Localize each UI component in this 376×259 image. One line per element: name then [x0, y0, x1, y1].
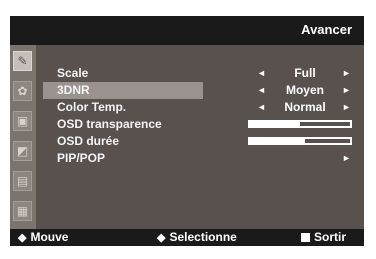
arrow-left-icon[interactable]: ◄ — [257, 99, 266, 116]
footer-move-label: Mouve — [30, 230, 69, 244]
menu-item-value: Full — [294, 66, 316, 80]
transparency-slider[interactable] — [248, 120, 352, 128]
arrow-right-icon[interactable]: ► — [342, 82, 351, 99]
footer-select: ◆ Selectionne — [157, 229, 237, 247]
arrow-right-icon[interactable]: ► — [342, 150, 351, 167]
updown-arrow-icon: ◆ — [18, 232, 27, 244]
arrow-right-icon[interactable]: ► — [342, 99, 351, 116]
menu-item-scale[interactable]: Scale ◄ Full ► — [44, 65, 356, 82]
palette-icon[interactable]: ✿ — [13, 81, 32, 101]
picture-icon[interactable]: ▣ — [13, 111, 32, 131]
arrow-left-icon[interactable]: ◄ — [257, 82, 266, 99]
leftright-arrow-icon: ◆ — [157, 232, 166, 244]
menu-item-osd-duree[interactable]: OSD durée — [44, 133, 356, 150]
exit-square-icon — [301, 233, 310, 242]
advanced-icon[interactable]: ▦ — [13, 201, 32, 221]
arrow-right-icon[interactable]: ► — [342, 65, 351, 82]
menu-item-label: PIP/POP — [57, 151, 106, 165]
paintbrush-icon[interactable]: ✎ — [13, 51, 32, 71]
menu-item-osd-transparence[interactable]: OSD transparence — [44, 116, 356, 133]
arrow-left-icon[interactable]: ◄ — [257, 65, 266, 82]
menu-item-3dnr[interactable]: 3DNR ◄ Moyen ► — [43, 82, 356, 99]
footer-bar: ◆ Mouve ◆ Selectionne Sortir — [10, 229, 364, 246]
osd-menu: Avancer ✎ ✿ ▣ ◩ ▤ ▦ Scale ◄ Full ► 3DNR … — [10, 16, 364, 246]
footer-exit[interactable]: Sortir — [301, 229, 346, 246]
menu-item-label: Color Temp. — [57, 100, 127, 114]
menu-title: Avancer — [301, 22, 352, 37]
header-bar: Avancer — [10, 16, 364, 45]
category-sidebar: ✎ ✿ ▣ ◩ ▤ ▦ — [10, 45, 36, 229]
footer-move: ◆ Mouve — [18, 229, 68, 247]
document-icon[interactable]: ▤ — [13, 171, 32, 191]
footer-select-label: Selectionne — [169, 230, 237, 244]
duration-slider[interactable] — [248, 137, 352, 145]
menu-item-label: 3DNR — [57, 83, 90, 97]
menu-item-label: Scale — [57, 66, 89, 80]
slider-fill — [249, 138, 306, 144]
menu-item-label: OSD durée — [57, 134, 120, 148]
image-adjust-icon[interactable]: ◩ — [13, 141, 32, 161]
menu-item-value: Normal — [284, 100, 326, 114]
slider-fill — [249, 121, 300, 127]
menu-item-color-temp[interactable]: Color Temp. ◄ Normal ► — [44, 99, 356, 116]
menu-item-label: OSD transparence — [57, 117, 162, 131]
menu-item-pip-pop[interactable]: PIP/POP ► — [44, 150, 356, 167]
menu-item-value: Moyen — [285, 83, 324, 97]
footer-exit-label: Sortir — [314, 230, 347, 244]
